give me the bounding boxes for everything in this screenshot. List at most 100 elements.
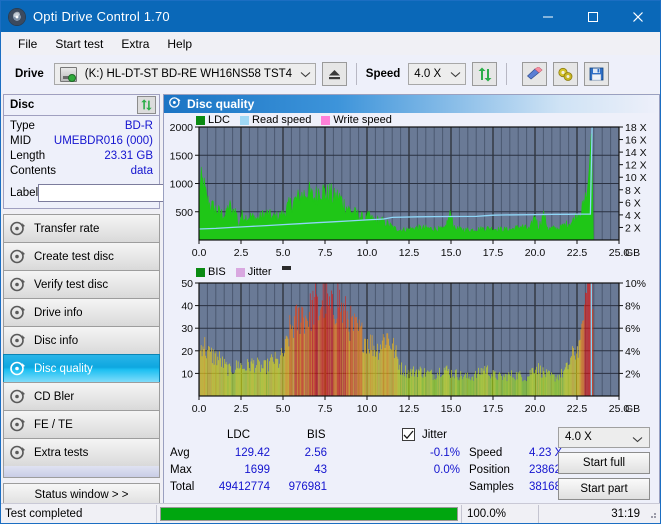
speed-select-value: 4.0 X: [414, 68, 442, 80]
svg-text:10%: 10%: [625, 278, 646, 290]
settings-gears-button[interactable]: [553, 62, 579, 86]
start-full-button[interactable]: Start full: [558, 452, 650, 474]
speed-label: Speed: [365, 68, 401, 80]
svg-text:0.0: 0.0: [192, 403, 207, 415]
legend-jitter: Jitter: [235, 266, 272, 278]
save-button[interactable]: [584, 62, 610, 86]
chevron-down-icon: [632, 434, 643, 446]
sidebar-item-fe-te[interactable]: FE / TE: [3, 410, 160, 438]
panel-header: Disc quality: [164, 95, 659, 113]
svg-text:10.0: 10.0: [357, 403, 378, 415]
test-nav-list: Transfer rate Create test disc Verify te…: [3, 214, 160, 478]
disc-mid-value: UMEBDR016 (000): [53, 135, 153, 147]
disc-icon: [10, 361, 27, 376]
stats-avg-bis: 2.56: [304, 447, 327, 459]
refresh-button[interactable]: [472, 62, 498, 86]
sidebar-item-cd-bler[interactable]: CD Bler: [3, 382, 160, 410]
eject-button[interactable]: [321, 62, 347, 86]
menu-extra[interactable]: Extra: [112, 34, 158, 54]
drive-icon: [59, 66, 77, 82]
disc-icon: [10, 221, 27, 236]
svg-text:12.5: 12.5: [399, 247, 420, 259]
app-window: Opti Drive Control 1.70 File Start test …: [0, 0, 661, 524]
disc-length-value: 23.31 GB: [104, 150, 153, 162]
disc-icon: [10, 277, 27, 292]
legend-label: LDC: [208, 114, 231, 126]
stats-avg-ldc: 129.42: [234, 447, 270, 459]
legend-swatch: [196, 267, 205, 277]
svg-text:22.5: 22.5: [567, 403, 588, 415]
maximize-icon[interactable]: [570, 1, 615, 32]
start-part-button[interactable]: Start part: [558, 478, 650, 500]
svg-text:10 X: 10 X: [625, 172, 647, 184]
position-label: Position: [469, 464, 510, 476]
stats-row-max-label: Max: [170, 464, 192, 476]
svg-text:5.0: 5.0: [276, 247, 291, 259]
sidebar-item-create-test-disc[interactable]: Create test disc: [3, 242, 160, 270]
sidebar-label: Drive info: [34, 306, 83, 319]
menu-bar: File Start test Extra Help: [1, 32, 660, 55]
legend-swatch: [321, 115, 331, 125]
legend-read-speed: Read speed: [240, 114, 311, 126]
ldc-chart: LDC Read speed Write speed 500 1000 1500 20…: [164, 113, 659, 265]
disc-type-label: Type: [10, 120, 35, 132]
disc-details: Type BD-R MID UMEBDR016 (000) Length 23.…: [4, 116, 242, 208]
svg-text:4 X: 4 X: [625, 210, 641, 222]
disc-panel-header: Disc: [4, 95, 159, 116]
svg-text:10.0: 10.0: [357, 247, 378, 259]
svg-text:15.0: 15.0: [441, 247, 462, 259]
legend-write-speed: Write speed: [321, 114, 392, 126]
svg-text:GB: GB: [625, 403, 640, 415]
close-icon[interactable]: [615, 1, 660, 32]
test-speed-select[interactable]: 4.0 X: [558, 427, 650, 448]
minimize-icon[interactable]: [525, 1, 570, 32]
svg-text:4%: 4%: [625, 346, 640, 358]
disc-icon: [10, 249, 27, 264]
chevron-down-icon: [300, 64, 311, 84]
sidebar-item-disc-quality[interactable]: Disc quality: [3, 354, 160, 382]
svg-text:1500: 1500: [170, 150, 194, 162]
speed-result-label: Speed: [469, 447, 503, 459]
svg-text:16 X: 16 X: [625, 135, 647, 147]
disc-contents-label: Contents: [10, 165, 57, 177]
svg-text:GB: GB: [625, 247, 640, 259]
sidebar-item-verify-test-disc[interactable]: Verify test disc: [3, 270, 160, 298]
jitter-max-value: 0.0%: [433, 464, 460, 476]
disc-refresh-button[interactable]: [137, 96, 156, 114]
bis-jitter-chart: BIS Jitter 10 20 30 40 50 2% 4% 6% 8% 10% 0.0 2.5 5.…: [164, 265, 659, 426]
speed-select[interactable]: 4.0 X: [408, 63, 467, 85]
svg-text:40: 40: [181, 301, 193, 313]
legend-label: Read speed: [252, 114, 312, 126]
svg-text:30: 30: [181, 323, 193, 335]
erase-button[interactable]: [522, 62, 548, 86]
disc-panel-title: Disc: [10, 99, 35, 111]
scale-marker-icon: [281, 266, 291, 270]
svg-text:18 X: 18 X: [625, 122, 647, 134]
drive-select[interactable]: (K:) HL-DT-ST BD-RE WH16NS58 TST4: [53, 63, 316, 85]
jitter-checkbox[interactable]: [402, 428, 415, 441]
svg-text:17.5: 17.5: [483, 247, 504, 259]
sidebar-item-drive-info[interactable]: Drive info: [3, 298, 160, 326]
sidebar-item-extra-tests[interactable]: Extra tests: [3, 438, 160, 466]
sidebar-item-disc-info[interactable]: Disc info: [3, 326, 160, 354]
sidebar-item-transfer-rate[interactable]: Transfer rate: [3, 214, 160, 242]
sidebar-label: CD Bler: [34, 390, 75, 403]
disc-type-value: BD-R: [124, 120, 153, 132]
stats-max-ldc: 1699: [244, 464, 270, 476]
menu-help[interactable]: Help: [158, 34, 201, 54]
legend-bis: BIS: [196, 266, 226, 278]
legend-label: Jitter: [247, 266, 272, 278]
bis-chart-canvas: 10 20 30 40 50 2% 4% 6% 8% 10% 0.0 2.5 5.0 7.5 10.0 12.…: [181, 278, 646, 415]
toolbar-separator-2: [506, 63, 508, 85]
window-buttons: [525, 1, 660, 32]
progress-percent: 100.0%: [467, 507, 507, 520]
status-message: Test completed: [5, 507, 83, 520]
panel-title: Disc quality: [187, 97, 255, 111]
svg-text:7.5: 7.5: [318, 247, 333, 259]
svg-text:500: 500: [175, 207, 193, 219]
resize-grip[interactable]: [646, 508, 658, 520]
menu-file[interactable]: File: [9, 34, 46, 54]
legend-label: BIS: [208, 266, 226, 278]
chevron-down-icon: [450, 64, 461, 84]
menu-start-test[interactable]: Start test: [46, 34, 112, 54]
